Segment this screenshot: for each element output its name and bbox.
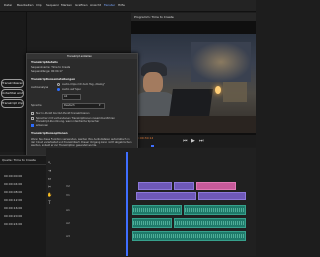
menu-ansicht[interactable]: Ansicht: [90, 3, 101, 7]
check-speakers-label-2: Transkript-Zuordnung, wenn identische Sp…: [36, 120, 100, 123]
menu-sequenz[interactable]: Sequenz: [46, 3, 59, 7]
laptop-shape: [169, 89, 213, 117]
list-item[interactable]: 00:00:20:00: [4, 214, 22, 218]
track-label-a2: A2: [66, 221, 70, 225]
details-heading: Transkriptdetails: [31, 60, 58, 64]
track-label-v2: V2: [66, 184, 70, 188]
selection-tool-icon[interactable]: ↖: [47, 160, 52, 165]
program-monitor-header: Programm: Time to Create: [131, 13, 256, 21]
list-item[interactable]: 00:00:24:00: [4, 222, 22, 226]
waveform: [185, 208, 245, 212]
track-select-tool-icon[interactable]: ⇥: [47, 168, 52, 173]
audio-clip[interactable]: [132, 231, 246, 241]
list-item[interactable]: 00:00:04:00: [4, 182, 22, 186]
window-light: [191, 42, 251, 82]
menu-clip[interactable]: Clip: [36, 3, 42, 7]
radio-tagged-clips[interactable]: [57, 83, 60, 86]
import-transcript-button[interactable]: Transkript importieren: [1, 99, 24, 108]
list-item[interactable]: 00:00:00:00: [4, 174, 22, 178]
playhead-line[interactable]: [126, 152, 128, 256]
menu-hilfe[interactable]: Hilfe: [118, 3, 125, 7]
desk-shape: [131, 116, 256, 133]
sequence-name-row: Sequenzname: Time to Create: [31, 66, 71, 69]
checkbox-merge-speakers[interactable]: [31, 117, 34, 120]
track-label-v1: V1: [66, 193, 70, 197]
playhead-marker[interactable]: [151, 145, 154, 147]
razor-tool-icon[interactable]: ✂: [47, 184, 52, 189]
track-label-a1: A1: [66, 208, 70, 212]
hand-tool-icon[interactable]: ✋: [47, 192, 52, 197]
check-in-out-label: Nur In-Punkt bis Out-Punkt transkribiere…: [36, 112, 90, 115]
step-forward-icon[interactable]: ⏭: [199, 138, 204, 144]
left-panel: Transkribieren Untertitel erstellen Tran…: [0, 12, 27, 152]
ripple-edit-tool-icon[interactable]: ⇔: [47, 176, 52, 181]
lamp-shade: [223, 82, 247, 102]
program-monitor-title: Programm: Time to Create: [134, 15, 174, 19]
check-speakers-label-3: erkennen: [36, 124, 49, 127]
play-icon[interactable]: ▶: [191, 138, 195, 144]
radio-track-label: Audio auf Spur: [62, 88, 82, 91]
language-label: Sprache: [31, 104, 42, 107]
video-frame: [131, 34, 256, 133]
track-select[interactable]: A1: [62, 94, 81, 100]
dialog-title: Transkript erstellen: [67, 55, 92, 58]
list-item[interactable]: 00:00:16:00: [4, 206, 22, 210]
dialog-header: Transkript erstellen: [27, 54, 137, 59]
menu-marken[interactable]: Marken: [61, 3, 72, 7]
audio-analysis-label: Audioanalyse: [31, 86, 49, 89]
menu-bearbeiten[interactable]: Bearbeiten: [17, 3, 33, 7]
checkbox-in-out[interactable]: [31, 112, 34, 115]
source-panel: Quelle: Time to Create 00:00:00:00 00:00…: [0, 155, 46, 257]
sequence-duration-row: Sequenzlänge: 00:04:17: [31, 70, 63, 73]
waveform: [133, 208, 181, 212]
lamp-light: [215, 86, 221, 94]
text-tool-icon[interactable]: T: [47, 200, 52, 205]
checkbox-recognize[interactable]: [31, 124, 34, 127]
video-clip[interactable]: [198, 192, 246, 200]
chevron-down-icon: ▾: [99, 103, 101, 107]
audio-clip[interactable]: [184, 205, 246, 215]
video-clip[interactable]: [196, 182, 236, 190]
video-clip[interactable]: [138, 182, 172, 190]
waveform: [133, 234, 245, 238]
step-back-icon[interactable]: ⏮: [183, 138, 188, 144]
video-clip[interactable]: [174, 182, 194, 190]
create-captions-button[interactable]: Untertitel erstellen: [1, 89, 24, 98]
menu-datei[interactable]: Datei: [4, 3, 12, 7]
track-label-a3: A3: [66, 234, 70, 238]
audio-clip[interactable]: [174, 218, 246, 228]
settings-heading: Transkriptionseinstellungen: [31, 77, 76, 81]
menu-fenster[interactable]: Fenster: [104, 3, 115, 7]
transcribe-panel-button[interactable]: Transkribieren: [1, 79, 24, 88]
waveform: [133, 221, 171, 225]
video-clip[interactable]: [136, 192, 196, 200]
list-item[interactable]: 00:00:12:00: [4, 198, 22, 202]
monitor-controls: 00:00:30:14 ⏮ ▶ ⏭: [131, 135, 256, 147]
list-item[interactable]: 00:00:08:00: [4, 190, 22, 194]
audio-clip[interactable]: [132, 205, 182, 215]
timeline-panel: V2 V1 A1 A2 A3: [46, 148, 256, 256]
waveform: [175, 221, 245, 225]
divider: [0, 164, 46, 165]
radio-tagged-label: Audio-Clips mit dem Tag „Dialog“: [62, 83, 106, 86]
menu-bar: Datei Bearbeiten Clip Sequenz Marken Gra…: [0, 0, 256, 12]
audio-clip[interactable]: [132, 218, 172, 228]
menu-grafiken[interactable]: Grafiken: [75, 3, 88, 7]
options-heading: Transkriptionsoptionen: [31, 131, 68, 135]
source-panel-title: Quelle: Time to Create: [2, 158, 36, 162]
radio-audio-track[interactable]: [57, 88, 60, 91]
face-shape: [143, 72, 163, 94]
